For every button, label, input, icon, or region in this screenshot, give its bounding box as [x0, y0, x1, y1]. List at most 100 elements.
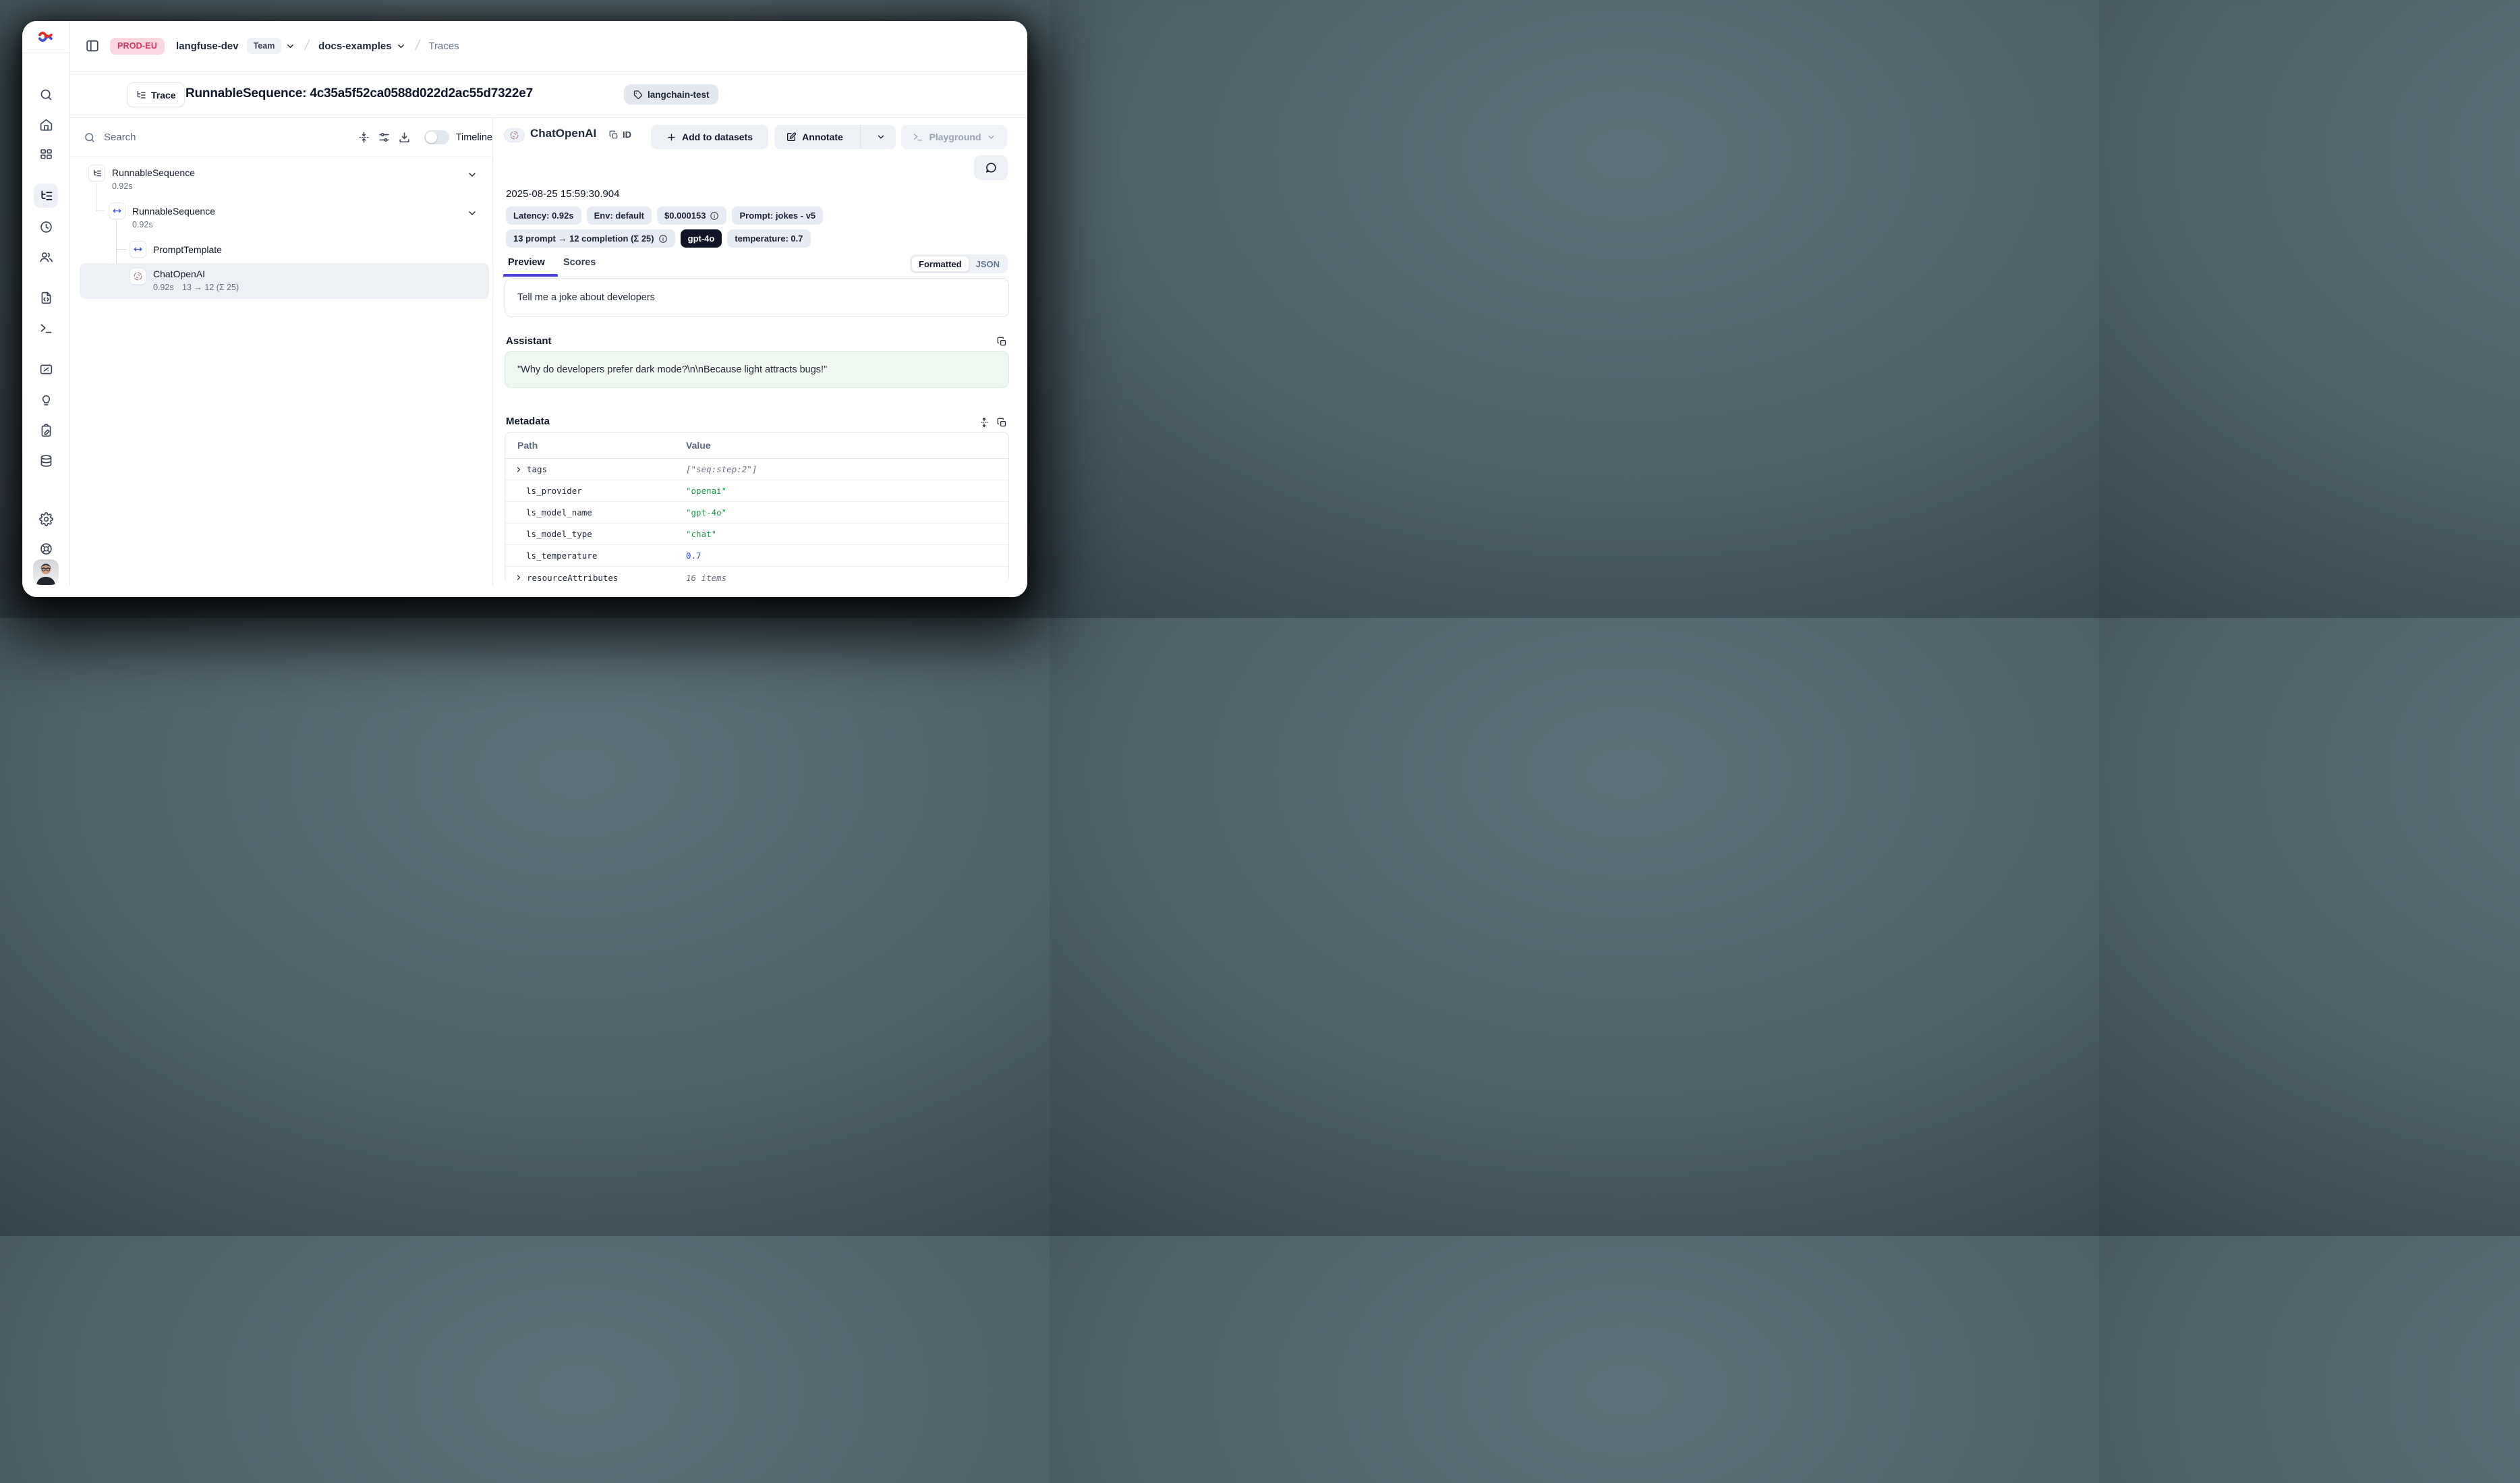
- logo-section: [22, 21, 69, 53]
- observation-title: ChatOpenAI: [530, 127, 596, 140]
- langfuse-logo-icon: [37, 28, 55, 46]
- download-icon: [398, 131, 411, 144]
- cost-badge[interactable]: $0.000153: [657, 206, 726, 225]
- tree-node-label[interactable]: PromptTemplate: [153, 244, 222, 255]
- sidebar-item-settings[interactable]: [34, 507, 58, 531]
- input-message-box: Tell me a joke about developers: [505, 278, 1009, 317]
- comments-button[interactable]: [974, 155, 1008, 180]
- add-to-datasets-button[interactable]: Add to datasets: [651, 125, 768, 149]
- org-role-badge: Team: [247, 38, 282, 54]
- tag-label: langchain-test: [648, 90, 710, 100]
- edit-pencil-icon: [786, 132, 797, 142]
- prompt-badge[interactable]: Prompt: jokes - v5: [732, 206, 823, 225]
- playground-button[interactable]: Playground: [901, 125, 1007, 149]
- sidebar-item-evaluators[interactable]: [34, 387, 58, 412]
- percent-card-icon: [39, 362, 53, 376]
- table-row: ls_model_name "gpt-4o": [505, 502, 1008, 524]
- observation-detail-panel: ChatOpenAI ID Add to datasets Annotate P…: [493, 118, 1027, 586]
- copy-id-button[interactable]: ID: [609, 130, 631, 140]
- tokens-badge[interactable]: 13 prompt → 12 completion (Σ 25): [506, 229, 675, 248]
- sidebar-item-users[interactable]: [34, 245, 58, 269]
- icon-sidebar: [22, 21, 70, 586]
- table-row: ls_provider "openai": [505, 480, 1008, 502]
- sidebar-item-scores[interactable]: [34, 357, 58, 381]
- home-icon: [39, 117, 53, 132]
- tree-node-label[interactable]: RunnableSequence: [132, 206, 215, 217]
- sidebar-item-dashboards[interactable]: [34, 142, 58, 167]
- sliders-icon: [378, 131, 391, 144]
- sidebar-item-prompts[interactable]: [34, 285, 58, 310]
- tag-icon: [633, 90, 643, 100]
- environment-badge[interactable]: PROD-EU: [110, 38, 165, 55]
- node-icon-trace: [88, 165, 105, 181]
- trace-tag[interactable]: langchain-test: [624, 84, 718, 105]
- sidebar-item-search[interactable]: [34, 82, 58, 107]
- table-row[interactable]: resourceAttributes 16 items: [505, 567, 1008, 583]
- collapse-node-chevron[interactable]: [467, 169, 478, 180]
- annotate-button[interactable]: Annotate: [774, 132, 855, 142]
- tree-search-input[interactable]: [104, 132, 259, 143]
- clipboard-pen-icon: [39, 424, 53, 438]
- info-icon: [658, 234, 668, 244]
- sidebar-item-sessions[interactable]: [34, 215, 58, 239]
- chevron-right-icon: [515, 466, 523, 474]
- playground-label: Playground: [929, 132, 981, 142]
- format-formatted[interactable]: Formatted: [911, 256, 969, 272]
- org-switcher-chevron[interactable]: [285, 41, 295, 51]
- collapse-node-chevron[interactable]: [467, 208, 478, 219]
- copy-icon: [609, 130, 619, 140]
- database-icon: [39, 454, 53, 468]
- gear-icon: [39, 512, 53, 526]
- sidebar-item-datasets[interactable]: [34, 449, 58, 473]
- id-label: ID: [623, 130, 631, 140]
- annotate-label: Annotate: [802, 132, 843, 142]
- table-row[interactable]: tags ["seq:step:2"]: [505, 459, 1008, 480]
- tree-node-duration: 0.92s: [132, 220, 153, 229]
- tree-settings-button[interactable]: [374, 128, 395, 148]
- breadcrumb-section[interactable]: Traces: [428, 40, 459, 52]
- trace-type-badge: Trace: [127, 82, 185, 107]
- model-badge[interactable]: gpt-4o: [681, 229, 722, 248]
- panel-left-icon: [85, 38, 100, 53]
- breadcrumb-org[interactable]: langfuse-dev: [176, 40, 239, 52]
- plus-icon: [666, 132, 677, 142]
- search-icon: [84, 132, 96, 144]
- sidebar-item-playground[interactable]: [34, 316, 58, 340]
- copy-output-button[interactable]: [997, 337, 1007, 347]
- search-icon: [39, 88, 53, 102]
- format-toggle: Formatted JSON: [910, 254, 1008, 273]
- chevron-down-icon: [987, 133, 996, 142]
- app-window: PROD-EU langfuse-dev Team / docs-example…: [22, 21, 1027, 597]
- breadcrumb-bar: PROD-EU langfuse-dev Team / docs-example…: [70, 21, 1027, 72]
- expand-metadata-button[interactable]: [979, 417, 990, 428]
- button-divider: [860, 125, 861, 149]
- timeline-toggle[interactable]: [424, 130, 449, 144]
- tree-node-label[interactable]: ChatOpenAI: [153, 269, 205, 279]
- collapse-all-button[interactable]: [354, 128, 374, 148]
- download-button[interactable]: [395, 128, 415, 148]
- node-icon-chain: [130, 241, 146, 258]
- sidebar-toggle-button[interactable]: [83, 36, 102, 55]
- lightbulb-icon: [39, 393, 53, 407]
- badge-row-2: 13 prompt → 12 completion (Σ 25) gpt-4o …: [506, 229, 811, 248]
- collapse-vertical-icon: [357, 131, 370, 144]
- assistant-role-label: Assistant: [506, 335, 552, 347]
- user-avatar[interactable]: [33, 559, 59, 585]
- annotate-dropdown-chevron[interactable]: [866, 132, 896, 142]
- terminal-icon: [913, 132, 923, 142]
- breadcrumb-project[interactable]: docs-examples: [318, 40, 391, 52]
- tree-node-label[interactable]: RunnableSequence: [112, 167, 195, 178]
- sidebar-item-home[interactable]: [34, 112, 58, 136]
- sidebar-item-tracing[interactable]: [34, 184, 58, 208]
- copy-metadata-button[interactable]: [997, 418, 1007, 428]
- tab-scores[interactable]: Scores: [563, 257, 596, 268]
- sidebar-item-support[interactable]: [34, 536, 58, 561]
- tree-node-tokens: 13 → 12 (Σ 25): [182, 283, 239, 292]
- project-switcher-chevron[interactable]: [396, 41, 406, 51]
- trace-title-bar: Trace RunnableSequence: 4c35a5f52ca0588d…: [70, 72, 1027, 118]
- chevron-right-icon: [515, 573, 523, 582]
- node-icon-chain: [109, 202, 125, 219]
- sidebar-item-annotation[interactable]: [34, 418, 58, 443]
- tab-preview[interactable]: Preview: [508, 257, 545, 268]
- format-json[interactable]: JSON: [969, 256, 1006, 272]
